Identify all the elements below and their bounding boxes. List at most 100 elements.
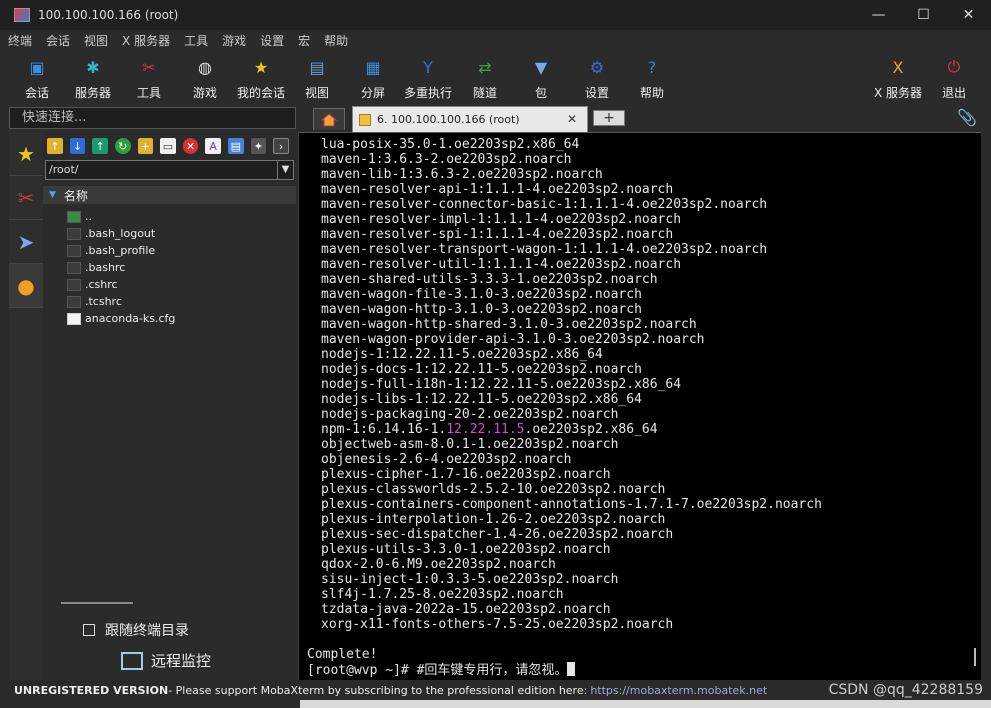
- new-tab-button[interactable]: +: [593, 110, 625, 126]
- list-item[interactable]: anaconda-ks.cfg: [43, 310, 296, 327]
- sidebar-tabs: ★ ✂ ➤ ●: [9, 132, 43, 680]
- terminal-line: maven-wagon-provider-api-3.1.0-3.oe2203s…: [321, 332, 705, 347]
- toolbar-button-star[interactable]: ★ 我的会话: [233, 54, 289, 101]
- home-icon: [320, 113, 338, 127]
- menu-sessions[interactable]: 会话: [46, 32, 70, 49]
- maximize-button[interactable]: ☐: [901, 0, 946, 30]
- upload-icon[interactable]: ↑: [92, 138, 108, 154]
- menu-xserver[interactable]: X 服务器: [122, 32, 170, 49]
- sftp-panel: ↑ ↓ ↑ ↻ + ▭ ✕ A ▤ ✦ › /root/ ▼ ▼ 名称 .. .…: [43, 132, 296, 680]
- terminal-line: maven-resolver-impl-1:1.1.1-4.oe2203sp2.…: [321, 212, 682, 227]
- menu-terminal[interactable]: 终端: [8, 32, 32, 49]
- toolbar-button-tunnel[interactable]: ⇄ 隧道: [457, 54, 513, 101]
- toolbar-button-session[interactable]: ▣ 会话: [9, 54, 65, 101]
- file-icon: [67, 227, 81, 240]
- toolbar-label: 退出: [941, 86, 966, 100]
- terminal-line: objectweb-asm-8.0.1-1.oe2203sp2.noarch: [321, 437, 619, 452]
- terminal-line: nodejs-packaging-20-2.oe2203sp2.noarch: [321, 407, 619, 422]
- list-item[interactable]: .bash_logout: [43, 225, 296, 242]
- tools-icon: ✂: [17, 185, 35, 210]
- minimize-button[interactable]: —: [856, 0, 901, 30]
- list-item[interactable]: ..: [43, 208, 296, 225]
- follow-terminal-checkbox[interactable]: 跟随终端目录: [83, 620, 189, 640]
- view-icon: ▤: [309, 57, 325, 77]
- delete-icon[interactable]: ✕: [182, 138, 199, 154]
- path-field[interactable]: /root/ ▼: [45, 160, 294, 180]
- folder-up-icon[interactable]: ↑: [47, 138, 63, 154]
- new-file-icon[interactable]: ▭: [160, 138, 176, 154]
- tunnel-icon: ⇄: [478, 57, 492, 77]
- star-icon: ★: [17, 141, 35, 166]
- toolbar-label: 工具: [136, 86, 161, 100]
- status-message: - Please support MobaXterm by subscribin…: [168, 684, 588, 697]
- download-icon[interactable]: ↓: [69, 138, 86, 154]
- toolbar-button-tools[interactable]: ✂ 工具: [121, 54, 177, 101]
- close-button[interactable]: ✕: [946, 0, 991, 30]
- toolbar-button-package[interactable]: ▼ 包: [513, 54, 569, 101]
- wand-icon[interactable]: ✦: [250, 138, 267, 154]
- terminal-line: maven-resolver-transport-wagon-1:1.1.1-4…: [321, 242, 768, 257]
- menu-tools[interactable]: 工具: [184, 32, 208, 49]
- terminal-line: maven-resolver-api-1:1.1.1-4.oe2203sp2.n…: [321, 182, 674, 197]
- sidebar-tab-macros[interactable]: ➤: [9, 220, 43, 264]
- quick-connect-input[interactable]: 快速连接...: [9, 107, 296, 129]
- toolbar-button-view[interactable]: ▤ 视图: [289, 54, 345, 101]
- checkbox-box: [83, 624, 95, 636]
- tab-session-6[interactable]: 6. 100.100.100.166 (root) ✕: [352, 106, 588, 132]
- menu-games[interactable]: 游戏: [222, 32, 246, 49]
- menu-view[interactable]: 视图: [84, 32, 108, 49]
- path-value: /root/: [49, 163, 79, 176]
- follow-terminal-label: 跟随终端目录: [105, 623, 189, 639]
- menu-help[interactable]: 帮助: [324, 32, 348, 49]
- remote-monitoring-button[interactable]: 远程监控: [121, 650, 211, 671]
- name-column-header[interactable]: ▼ 名称: [43, 186, 296, 204]
- horizontal-scrollbar[interactable]: [61, 602, 133, 604]
- terminal-line: plexus-sec-dispatcher-1.4-26.oe2203sp2.n…: [321, 527, 674, 542]
- sidebar-tab-sessions[interactable]: ★: [9, 132, 43, 176]
- attach-icon[interactable]: 📎: [957, 108, 977, 127]
- chevron-down-icon[interactable]: ▼: [277, 161, 293, 179]
- title-bar: 100.100.100.166 (root) — ☐ ✕: [0, 0, 991, 30]
- x-server-icon: X: [892, 57, 904, 77]
- terminal-icon[interactable]: ›: [273, 138, 289, 154]
- terminal-line: maven-resolver-spi-1:1.1.1-4.oe2203sp2.n…: [321, 227, 674, 242]
- document-icon: [67, 312, 81, 325]
- new-folder-icon[interactable]: +: [137, 138, 154, 154]
- list-item[interactable]: .bash_profile: [43, 242, 296, 259]
- file-icon: [67, 261, 81, 274]
- servers-icon: ✱: [86, 57, 100, 77]
- tab-close-icon[interactable]: ✕: [567, 112, 577, 126]
- mobatek-link[interactable]: https://mobaxterm.mobatek.net: [590, 684, 767, 697]
- power-icon: ⏻: [947, 57, 961, 76]
- menu-settings[interactable]: 设置: [260, 32, 284, 49]
- terminal-line: xorg-x11-fonts-others-7.5-25.oe2203sp2.n…: [321, 617, 674, 632]
- terminal-line: qdox-2.0-6.M9.oe2203sp2.noarch: [321, 557, 556, 572]
- view-mode-icon[interactable]: ▤: [228, 138, 244, 154]
- sidebar-tab-sftp[interactable]: ●: [9, 264, 43, 308]
- list-item[interactable]: .bashrc: [43, 259, 296, 276]
- refresh-icon[interactable]: ↻: [114, 138, 131, 154]
- menu-macros[interactable]: 宏: [298, 32, 310, 49]
- list-item[interactable]: .cshrc: [43, 276, 296, 293]
- toolbar-button-gamepad[interactable]: ◍ 游戏: [177, 54, 233, 101]
- toolbar-button-gears[interactable]: ⚙ 设置: [569, 54, 625, 101]
- file-icon: [67, 278, 81, 291]
- terminal-area[interactable]: lua-posix-35.0-1.oe2203sp2.x86_64 maven-1…: [298, 132, 981, 680]
- terminal-line: maven-resolver-util-1:1.1.1-4.oe2203sp2.…: [321, 257, 682, 272]
- column-label: 名称: [63, 188, 88, 203]
- background-window-strip: [300, 700, 991, 708]
- terminal-line: maven-wagon-http-shared-3.1.0-3.oe2203sp…: [321, 317, 697, 332]
- prompt-line: [root@wvp ~]# #回车键专用行，请忽视。: [307, 662, 576, 678]
- toolbar-button-x-server[interactable]: X X 服务器: [870, 54, 926, 101]
- list-item[interactable]: .tcshrc: [43, 293, 296, 310]
- toolbar-button-split[interactable]: ▦ 分屏: [345, 54, 401, 101]
- toolbar-label: 游戏: [192, 86, 217, 100]
- toolbar-label: 帮助: [639, 86, 664, 100]
- home-tab[interactable]: [313, 108, 345, 130]
- rename-icon[interactable]: A: [205, 138, 221, 154]
- toolbar-button-power[interactable]: ⏻ 退出: [926, 54, 982, 101]
- toolbar-button-fork[interactable]: Y 多重执行: [400, 54, 456, 101]
- sidebar-tab-tools[interactable]: ✂: [9, 176, 43, 220]
- toolbar-button-servers[interactable]: ✱ 服务器: [65, 54, 121, 101]
- toolbar-button-help[interactable]: ? 帮助: [624, 54, 680, 101]
